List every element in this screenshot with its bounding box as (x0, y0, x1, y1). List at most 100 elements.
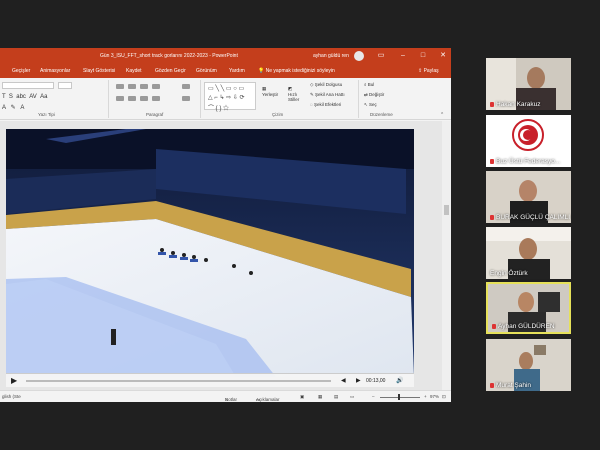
step-back-icon[interactable]: ◀ (341, 377, 346, 384)
arrange-icon: ▦ (262, 86, 267, 91)
replace-icon: ⇄ (364, 92, 368, 97)
status-bar: glish (Ste ≡ Notlar ▭ Açıklamalar ▣ ▦ ▤ … (0, 390, 451, 402)
font-name-box[interactable] (2, 82, 54, 90)
align-center-icon[interactable] (128, 96, 136, 101)
tab-gorunum[interactable]: Görünüm (196, 68, 217, 74)
zoom-in-icon[interactable]: + (424, 394, 427, 399)
video-player-bar: ▶ ◀ ▶ 00:13,00 🔊 (6, 373, 414, 387)
participant-tile[interactable]: BURAK GÜÇLÜ ÇALIMLI (486, 171, 571, 223)
arrange-label: Yerleştir (262, 92, 279, 97)
shape-outline-label: Şekil Ana Hattı (315, 92, 345, 97)
smartart-icon[interactable] (182, 96, 190, 101)
group-label-drawing: Çizim (272, 112, 284, 117)
zoom-out-icon[interactable]: – (372, 394, 375, 399)
shape-fill-label: Şekil Dolgusu (314, 82, 343, 87)
slide-vertical-scrollbar[interactable] (442, 121, 451, 390)
normal-view-icon[interactable]: ▣ (300, 394, 304, 400)
participant-tile[interactable]: Murat Şahin (486, 339, 571, 391)
arrange-button[interactable]: ▦ Yerleştir (262, 86, 278, 97)
shape-outline-button[interactable]: ✎ Şekil Ana Hattı (310, 92, 345, 98)
shape-outline-icon: ✎ (310, 92, 314, 97)
scrollbar-thumb[interactable] (444, 205, 449, 215)
replace-button[interactable]: ⇄ Değiştir (364, 92, 384, 98)
document-title: Gün 3_ISU_FFT_short track gorlarını 2022… (100, 53, 238, 59)
tell-me-box[interactable]: 💡 Ne yapmak istediğinizi söyleyin (258, 68, 335, 74)
notes-label: Notlar (225, 397, 238, 402)
ribbon-separator (358, 80, 359, 118)
replace-label: Değiştir (369, 92, 385, 97)
language-status[interactable]: glish (Ste (2, 394, 21, 399)
play-icon[interactable]: ▶ (11, 376, 17, 385)
participant-tile[interactable]: Buz Üstü Federasyo... (486, 115, 571, 167)
share-button[interactable]: ⇪ Paylaş (418, 68, 439, 74)
outdent-icon[interactable] (152, 84, 160, 89)
participant-name: Murat Şahin (490, 382, 531, 389)
participant-tile-active-speaker[interactable]: Ayhan GÜLDÜREN (486, 282, 571, 334)
align-right-icon[interactable] (140, 96, 148, 101)
step-forward-icon[interactable]: ▶ (356, 377, 361, 384)
zoom-slider-knob[interactable] (398, 394, 400, 400)
slide-video[interactable] (6, 129, 414, 377)
tab-gecisler[interactable]: Geçişler (12, 68, 30, 74)
mic-off-icon (490, 101, 494, 107)
bullets-icon[interactable] (116, 84, 124, 89)
cursor-icon: ↖ (364, 102, 368, 107)
comments-label: Açıklamalar (256, 397, 280, 402)
tab-yardim[interactable]: Yardım (229, 68, 245, 74)
tab-kaydet[interactable]: Kaydet (126, 68, 142, 74)
user-name[interactable]: ayhan güldü ren (313, 53, 349, 59)
ribbon: T S abc AV Aa A ✎ A Yazı Tipi Paragraf ▭… (0, 78, 451, 120)
group-label-font: Yazı Tipi (38, 112, 55, 117)
quick-styles-label: Hızlı Stiller (288, 92, 300, 102)
select-button[interactable]: ↖ Seç (364, 102, 377, 108)
text-format-icons[interactable]: T S abc AV Aa (2, 94, 47, 100)
shapes-gallery[interactable]: ▭ ╲ ╲ ▭ ○ ▭ △ ⌐ ↳ ⇨ ⇩ ⟳ ⌒ { } ☆ (204, 82, 256, 112)
shape-fill-button[interactable]: ◇ Şekil Dolgusu (310, 82, 342, 88)
select-label: Seç (369, 102, 377, 107)
quick-styles-button[interactable]: ◩ Hızlı Stiller (288, 86, 306, 102)
volume-icon[interactable]: 🔊 (396, 377, 403, 384)
participant-tile[interactable]: Engin Öztürk (486, 227, 571, 279)
lightbulb-icon: 💡 (258, 68, 265, 74)
tab-slayt-gosterisi[interactable]: Slayt Gösterisi (83, 68, 115, 74)
justify-icon[interactable] (152, 96, 160, 101)
mic-off-icon (490, 214, 494, 220)
group-label-editing: Düzenleme (370, 112, 393, 117)
shape-effects-button[interactable]: ◌ Şekil Efektleri (310, 102, 341, 107)
zoom-level[interactable]: 97% (430, 394, 439, 399)
align-left-icon[interactable] (116, 96, 124, 101)
reading-view-icon[interactable]: ▤ (334, 394, 338, 400)
participant-tile[interactable]: Hakan Karakuz (486, 58, 571, 110)
participant-name: Hakan Karakuz (490, 101, 540, 108)
mic-off-icon (492, 323, 496, 329)
group-label-paragraph: Paragraf (146, 112, 164, 117)
quick-styles-icon: ◩ (288, 86, 293, 91)
ribbon-separator (200, 80, 201, 118)
collapse-ribbon-icon[interactable]: ⌃ (440, 112, 444, 118)
video-seek-bar[interactable] (26, 380, 331, 382)
minimize-icon[interactable]: – (398, 51, 408, 61)
font-color-icons[interactable]: A ✎ A (2, 104, 24, 111)
indent-icon[interactable] (140, 84, 148, 89)
tab-gozden-gecir[interactable]: Gözden Geçir (155, 68, 186, 74)
numbering-icon[interactable] (128, 84, 136, 89)
maximize-icon[interactable]: □ (418, 51, 428, 61)
slide-editor: ▶ ◀ ▶ 00:13,00 🔊 (0, 121, 451, 390)
fit-slide-icon[interactable]: ⊡ (442, 394, 446, 400)
text-direction-icon[interactable] (182, 84, 190, 89)
title-bar: Gün 3_ISU_FFT_short track gorlarını 2022… (0, 48, 451, 64)
participant-name: Buz Üstü Federasyo... (490, 158, 560, 165)
slideshow-icon[interactable]: ▭ (350, 394, 354, 400)
user-avatar[interactable] (354, 51, 364, 61)
tab-animasyonlar[interactable]: Animasyonlar (40, 68, 70, 74)
find-button[interactable]: ⌕ Bul (364, 82, 374, 87)
ribbon-display-icon[interactable]: ▭ (376, 51, 386, 61)
zoom-slider[interactable] (380, 397, 420, 398)
close-icon[interactable]: ✕ (438, 51, 448, 61)
slide-sorter-icon[interactable]: ▦ (318, 394, 322, 400)
video-time: 00:13,00 (366, 378, 386, 384)
mic-off-icon (490, 158, 494, 164)
font-size-box[interactable] (58, 82, 72, 90)
powerpoint-window: Gün 3_ISU_FFT_short track gorlarını 2022… (0, 48, 451, 402)
search-icon: ⌕ (364, 82, 367, 87)
